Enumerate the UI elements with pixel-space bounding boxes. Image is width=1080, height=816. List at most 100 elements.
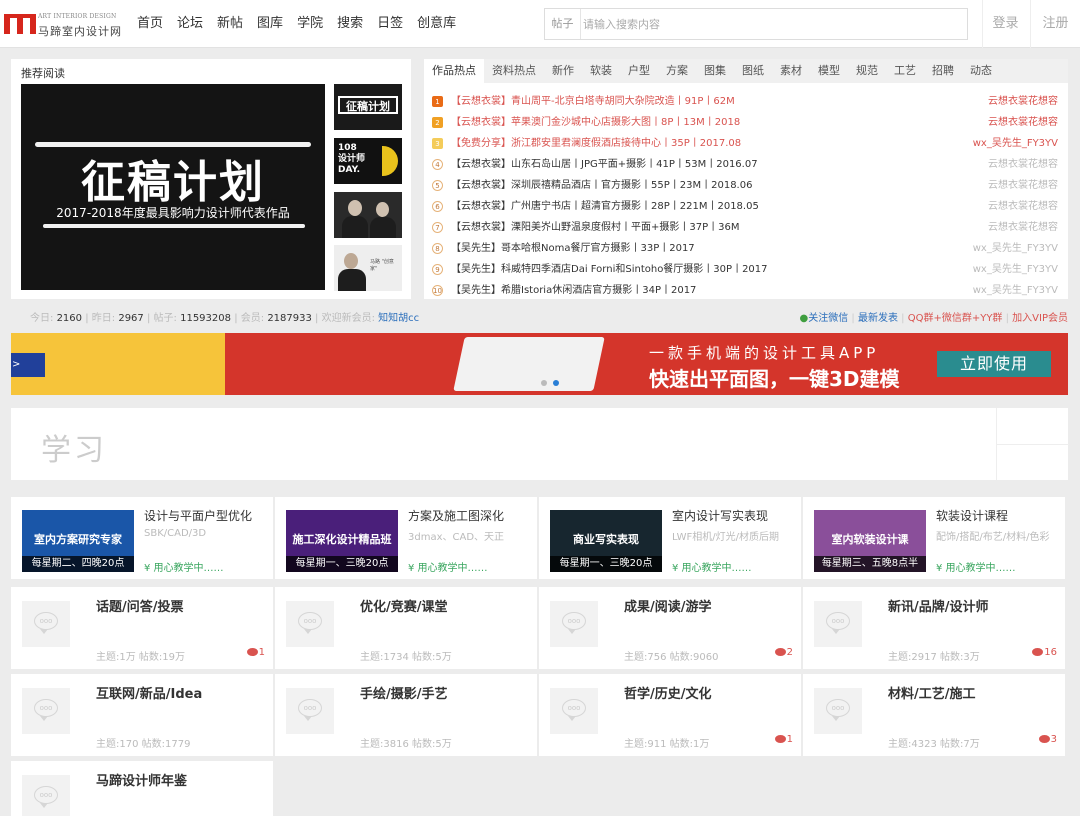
nav-daily[interactable]: 日签: [370, 0, 410, 48]
forum-title[interactable]: 手绘/摄影/手艺: [360, 683, 448, 702]
hot-tab[interactable]: 作品热点: [424, 59, 484, 83]
forum-title[interactable]: 成果/阅读/游学: [624, 596, 712, 615]
forum-title[interactable]: 新讯/品牌/设计师: [888, 596, 989, 615]
forum-chat-icon[interactable]: ooo: [22, 688, 70, 734]
hot-tab[interactable]: 图集: [696, 59, 734, 83]
course-card[interactable]: 商业写实表现 每星期一、三晚20点 室内设计写实表现 LWF相机/灯光/材质后期 ¥ 用…: [539, 497, 801, 579]
logo-icon[interactable]: [4, 14, 36, 34]
hot-tab[interactable]: 软装: [582, 59, 620, 83]
forum-card[interactable]: ooo 材料/工艺/施工 主题:4323 帖数:7万 3: [803, 674, 1065, 756]
hot-item-author[interactable]: 云想衣裳花想容: [988, 112, 1058, 133]
forum-card[interactable]: ooo 新讯/品牌/设计师 主题:2917 帖数:3万 16: [803, 587, 1065, 669]
vip-link[interactable]: 加入VIP会员: [1012, 313, 1068, 324]
forum-title[interactable]: 互联网/新品/Idea: [96, 683, 202, 702]
nav-academy[interactable]: 学院: [290, 0, 330, 48]
hot-list-item[interactable]: 9 【吴先生】科威特四季酒店Dai Forni和Sintoho餐厅摄影丨30P丨2…: [424, 259, 1068, 280]
logo-text-en[interactable]: ART INTERIOR DESIGN: [38, 13, 116, 20]
course-card[interactable]: 施工深化设计精品班 每星期一、三晚20点 方案及施工图深化 3dmax、CAD、天正 ¥…: [275, 497, 537, 579]
follow-wechat-link[interactable]: 关注微信: [808, 313, 848, 324]
forum-chat-icon[interactable]: ooo: [814, 601, 862, 647]
logo-text-cn[interactable]: 马蹄室内设计网: [38, 23, 122, 39]
banner-arrow[interactable]: >: [11, 353, 45, 377]
course-image[interactable]: 室内方案研究专家 每星期二、四晚20点: [22, 510, 134, 572]
forum-new-replies[interactable]: 1: [246, 647, 265, 658]
hot-tab[interactable]: 资料热点: [484, 59, 544, 83]
hot-list-item[interactable]: 3 【免费分享】浙江郡安里君澜度假酒店接待中心丨35P丨2017.08 wx_吴先生…: [424, 133, 1068, 154]
hot-item-title[interactable]: 【吴先生】科威特四季酒店Dai Forni和Sintoho餐厅摄影丨30P丨20…: [451, 259, 768, 280]
forum-title[interactable]: 哲学/历史/文化: [624, 683, 712, 702]
hot-item-author[interactable]: 云想衣裳花想容: [988, 175, 1058, 196]
hot-tab[interactable]: 工艺: [886, 59, 924, 83]
course-card[interactable]: 室内软装设计课 每星期三、五晚8点半 软装设计课程 配饰/搭配/布艺/材料/色彩 ¥ 用…: [803, 497, 1065, 579]
hot-item-title[interactable]: 【云想衣裳】溧阳美岕山野温泉度假村丨平面+摄影丨37P丨36M: [451, 217, 740, 238]
hot-tab[interactable]: 方案: [658, 59, 696, 83]
hot-list-item[interactable]: 1 【云想衣裳】青山周平-北京白塔寺胡同大杂院改造丨91P丨62M 云想衣裳花想容: [424, 91, 1068, 112]
search-type-select[interactable]: 帖子: [545, 9, 581, 39]
forum-title[interactable]: 材料/工艺/施工: [888, 683, 976, 702]
thumb-designer-day[interactable]: 108 设计师 DAY.: [334, 138, 402, 184]
new-member-link[interactable]: 知知胡cc: [378, 313, 419, 324]
forum-title[interactable]: 马蹄设计师年鉴: [96, 770, 187, 789]
hot-item-author[interactable]: wx_吴先生_FY3YV: [973, 280, 1058, 301]
latest-posts-link[interactable]: 最新发表: [858, 313, 898, 324]
featured-image[interactable]: 征稿计划 2017-2018年度最具影响力设计师代表作品: [21, 84, 325, 290]
hot-list-item[interactable]: 6 【云想衣裳】广州唐宁书店丨超清官方摄影丨28P丨221M丨2018.05 云想衣…: [424, 196, 1068, 217]
forum-card[interactable]: ooo 优化/竞赛/课堂 主题:1734 帖数:5万: [275, 587, 537, 669]
hot-item-author[interactable]: 云想衣裳花想容: [988, 196, 1058, 217]
carousel-dot[interactable]: [541, 380, 547, 386]
register-link[interactable]: 注册: [1030, 0, 1080, 48]
hot-item-author[interactable]: 云想衣裳花想容: [988, 154, 1058, 175]
forum-card[interactable]: ooo 话题/问答/投票 主题:1万 帖数:19万 1: [11, 587, 273, 669]
hot-item-title[interactable]: 【云想衣裳】深圳辰禧精品酒店丨官方摄影丨55P丨23M丨2018.06: [451, 175, 752, 196]
forum-chat-icon[interactable]: ooo: [550, 601, 598, 647]
hot-tab[interactable]: 规范: [848, 59, 886, 83]
forum-chat-icon[interactable]: ooo: [550, 688, 598, 734]
course-image[interactable]: 室内软装设计课 每星期三、五晚8点半: [814, 510, 926, 572]
course-image[interactable]: 商业写实表现 每星期一、三晚20点: [550, 510, 662, 572]
hot-item-title[interactable]: 【吴先生】哥本哈根Noma餐厅官方摄影丨33P丨2017: [451, 238, 695, 259]
hot-list-item[interactable]: 10 【吴先生】希腊Istoria休闲酒店官方摄影丨34P丨2017 wx_吴先生_…: [424, 280, 1068, 301]
hot-tab[interactable]: 招聘: [924, 59, 962, 83]
hot-item-title[interactable]: 【云想衣裳】山东石岛山居丨JPG平面+摄影丨41P丨53M丨2016.07: [451, 154, 758, 175]
hot-tab[interactable]: 图纸: [734, 59, 772, 83]
forum-title[interactable]: 话题/问答/投票: [96, 596, 184, 615]
hot-item-author[interactable]: 云想衣裳花想容: [988, 217, 1058, 238]
forum-title[interactable]: 优化/竞赛/课堂: [360, 596, 448, 615]
forum-new-replies[interactable]: 16: [1032, 647, 1057, 658]
thumb-creative-person[interactable]: 马路 "创意家": [334, 245, 402, 291]
hot-item-title[interactable]: 【云想衣裳】苹果澳门金沙城中心店摄影大图丨8P丨13M丨2018: [451, 112, 740, 133]
forum-chat-icon[interactable]: ooo: [286, 688, 334, 734]
hot-tab[interactable]: 动态: [962, 59, 1000, 83]
hot-item-title[interactable]: 【云想衣裳】广州唐宁书店丨超清官方摄影丨28P丨221M丨2018.05: [451, 196, 759, 217]
forum-new-replies[interactable]: 3: [1038, 734, 1057, 745]
hot-list-item[interactable]: 5 【云想衣裳】深圳辰禧精品酒店丨官方摄影丨55P丨23M丨2018.06 云想衣裳…: [424, 175, 1068, 196]
thumb-designer-photo[interactable]: [334, 192, 402, 238]
hot-item-author[interactable]: wx_吴先生_FY3YV: [973, 133, 1058, 154]
forum-chat-icon[interactable]: ooo: [22, 601, 70, 647]
course-title[interactable]: 软装设计课程: [936, 507, 1008, 524]
hot-item-title[interactable]: 【吴先生】希腊Istoria休闲酒店官方摄影丨34P丨2017: [451, 280, 696, 301]
hot-item-author[interactable]: wx_吴先生_FY3YV: [973, 259, 1058, 280]
hot-list-item[interactable]: 2 【云想衣裳】苹果澳门金沙城中心店摄影大图丨8P丨13M丨2018 云想衣裳花想容: [424, 112, 1068, 133]
forum-new-replies[interactable]: 1: [774, 734, 793, 745]
forum-card[interactable]: ooo 手绘/摄影/手艺 主题:3816 帖数:5万: [275, 674, 537, 756]
hot-list-item[interactable]: 4 【云想衣裳】山东石岛山居丨JPG平面+摄影丨41P丨53M丨2016.07 云想…: [424, 154, 1068, 175]
forum-card[interactable]: ooo 马蹄设计师年鉴: [11, 761, 273, 816]
hot-tab[interactable]: 户型: [620, 59, 658, 83]
forum-new-replies[interactable]: 2: [774, 647, 793, 658]
hot-tab[interactable]: 新作: [544, 59, 582, 83]
forum-chat-icon[interactable]: ooo: [814, 688, 862, 734]
use-now-button[interactable]: 立即使用: [937, 351, 1051, 377]
nav-forum[interactable]: 论坛: [170, 0, 210, 48]
nav-home[interactable]: 首页: [130, 0, 170, 48]
nav-new-posts[interactable]: 新帖: [210, 0, 250, 48]
hot-tab[interactable]: 模型: [810, 59, 848, 83]
course-title[interactable]: 方案及施工图深化: [408, 507, 504, 524]
forum-chat-icon[interactable]: ooo: [286, 601, 334, 647]
nav-gallery[interactable]: 图库: [250, 0, 290, 48]
hot-item-author[interactable]: wx_吴先生_FY3YV: [973, 238, 1058, 259]
forum-card[interactable]: ooo 哲学/历史/文化 主题:911 帖数:1万 1: [539, 674, 801, 756]
course-title[interactable]: 室内设计写实表现: [672, 507, 768, 524]
hot-list-item[interactable]: 8 【吴先生】哥本哈根Noma餐厅官方摄影丨33P丨2017 wx_吴先生_FY3Y…: [424, 238, 1068, 259]
hot-list-item[interactable]: 7 【云想衣裳】溧阳美岕山野温泉度假村丨平面+摄影丨37P丨36M 云想衣裳花想容: [424, 217, 1068, 238]
